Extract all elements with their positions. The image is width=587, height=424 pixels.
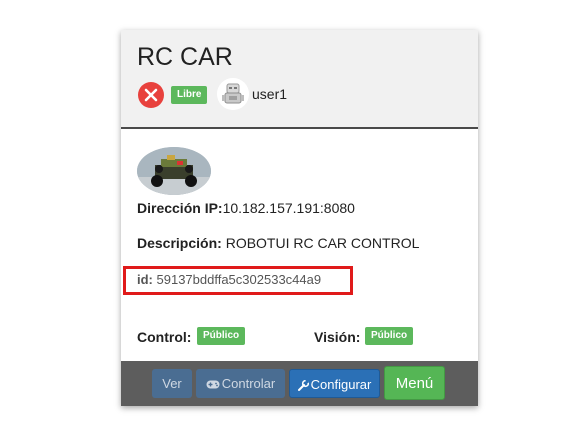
control-permission-badge: Público	[197, 327, 246, 345]
controlar-button[interactable]: Controlar	[196, 369, 285, 398]
robot-thumbnail	[137, 147, 211, 195]
ver-button[interactable]: Ver	[152, 369, 192, 398]
ip-label: Dirección IP:	[137, 200, 223, 216]
close-button[interactable]	[138, 82, 164, 108]
vision-label: Visión:	[314, 329, 361, 345]
description-label: Descripción:	[137, 235, 222, 251]
wrench-icon	[297, 380, 309, 392]
id-value: 59137bddffa5c302533c44a9	[152, 272, 322, 287]
card-footer: Ver Controlar Configurar Menú	[121, 361, 478, 406]
control-label: Control:	[137, 329, 192, 345]
avatar	[217, 78, 249, 110]
menu-button[interactable]: Menú	[384, 366, 445, 400]
description-line: Descripción: ROBOTUI RC CAR CONTROL	[137, 235, 419, 251]
ver-button-label: Ver	[162, 376, 182, 391]
header-divider	[121, 127, 478, 129]
ip-address-line: Dirección IP:10.182.157.191:8080	[137, 200, 355, 216]
description-value: ROBOTUI RC CAR CONTROL	[221, 235, 420, 251]
configurar-button-label: Configurar	[310, 377, 372, 392]
controlar-button-label: Controlar	[221, 376, 276, 391]
card-header: RC CAR Libre user1	[121, 30, 478, 127]
robot-avatar-icon	[217, 78, 249, 110]
robot-title: RC CAR	[137, 43, 233, 71]
gamepad-icon	[206, 380, 220, 389]
robot-card: RC CAR Libre user1 Dirección IP:10.182.1…	[121, 30, 478, 406]
configurar-button[interactable]: Configurar	[289, 369, 380, 398]
status-row: Libre user1	[138, 78, 458, 110]
status-badge: Libre	[171, 86, 208, 104]
menu-button-label: Menú	[395, 375, 434, 392]
permissions-row: Control: Público Visión: Público	[137, 326, 457, 350]
vision-permission-badge: Público	[365, 327, 414, 345]
id-line: id: 59137bddffa5c302533c44a9	[137, 272, 321, 287]
ip-value: 10.182.157.191:8080	[222, 200, 355, 216]
close-icon	[144, 88, 158, 102]
id-label: id:	[137, 272, 153, 287]
owner-username: user1	[252, 86, 288, 102]
